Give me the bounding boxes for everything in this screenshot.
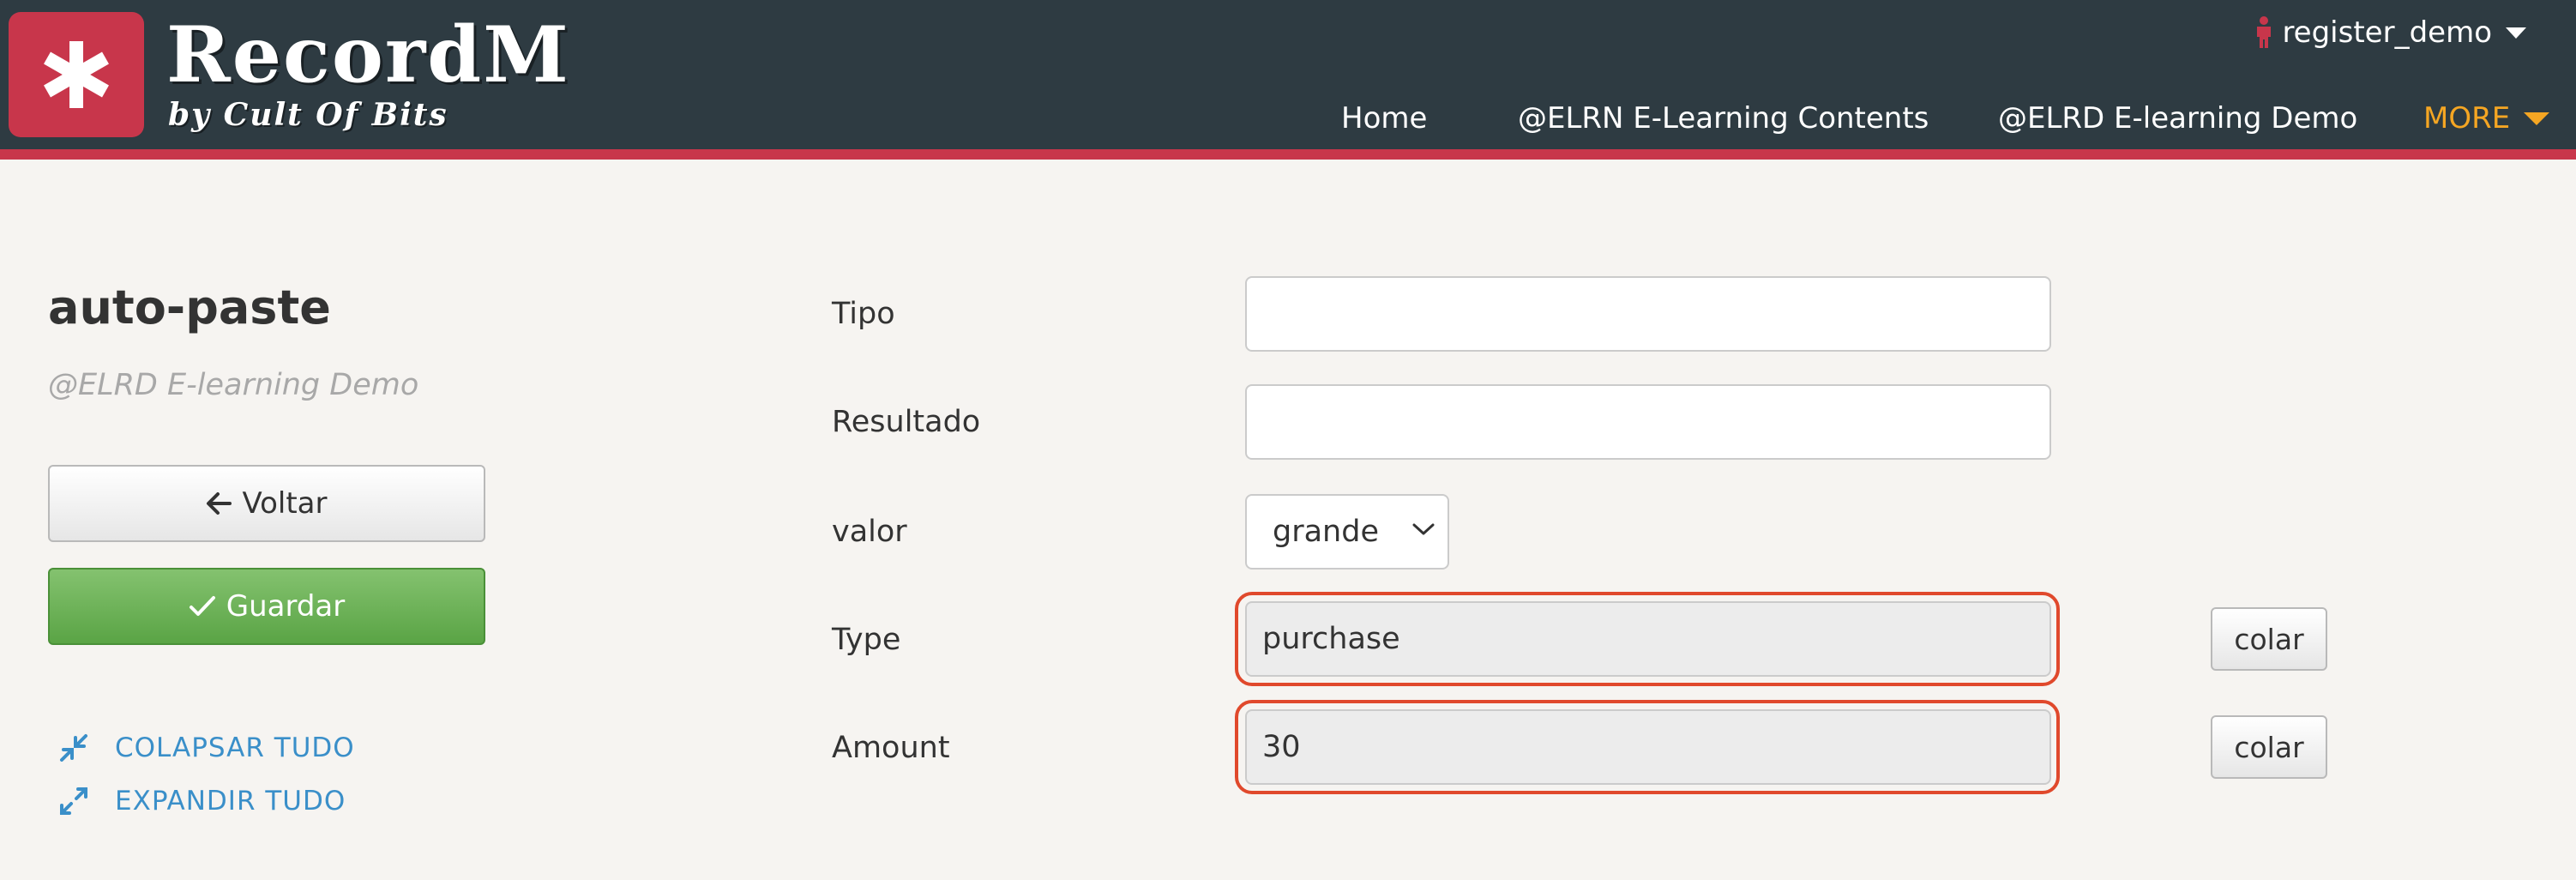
chevron-down-icon bbox=[2506, 27, 2526, 39]
field-label-valor: valor bbox=[832, 515, 907, 549]
definition-subtitle[interactable]: @ELRD E-learning Demo bbox=[48, 365, 418, 405]
amount-input[interactable] bbox=[1245, 709, 2051, 785]
collapse-all-label: COLAPSAR TUDO bbox=[115, 732, 355, 763]
field-label-amount: Amount bbox=[832, 731, 950, 765]
type-input[interactable] bbox=[1245, 601, 2051, 677]
app-logo[interactable] bbox=[9, 12, 144, 137]
collapse-all-link[interactable]: COLAPSAR TUDO bbox=[57, 727, 355, 768]
valor-select[interactable]: grande bbox=[1245, 494, 1449, 570]
asterisk-logo-icon bbox=[44, 41, 109, 108]
nav-more-menu[interactable]: MORE bbox=[2423, 98, 2550, 139]
navbar-accent-line bbox=[0, 149, 2576, 160]
expand-all-link[interactable]: EXPANDIR TUDO bbox=[57, 781, 346, 822]
field-label-tipo: Tipo bbox=[832, 297, 895, 331]
chevron-down-icon bbox=[1412, 523, 1435, 535]
nav-item-home[interactable]: Home bbox=[1341, 98, 1427, 139]
back-button-label: Voltar bbox=[242, 486, 328, 521]
expand-all-label: EXPANDIR TUDO bbox=[115, 786, 346, 817]
compress-icon bbox=[60, 734, 87, 762]
tipo-input[interactable] bbox=[1245, 276, 2051, 352]
valor-select-value: grande bbox=[1273, 515, 1379, 549]
chevron-down-icon bbox=[2524, 112, 2550, 125]
username-label: register_demo bbox=[2282, 15, 2492, 50]
expand-icon bbox=[60, 787, 87, 815]
amount-paste-button[interactable]: colar bbox=[2211, 715, 2327, 779]
type-paste-button[interactable]: colar bbox=[2211, 607, 2327, 671]
back-button[interactable]: Voltar bbox=[48, 465, 485, 542]
field-label-type: Type bbox=[832, 623, 901, 657]
nav-more-label: MORE bbox=[2423, 101, 2511, 136]
nav-item-elrn[interactable]: @ELRN E-Learning Contents bbox=[1518, 98, 1929, 139]
page-title: auto-paste bbox=[48, 280, 331, 335]
save-button-label: Guardar bbox=[226, 589, 346, 624]
check-icon bbox=[189, 596, 215, 616]
user-menu[interactable]: register_demo bbox=[2254, 14, 2526, 51]
field-label-resultado: Resultado bbox=[832, 405, 981, 439]
brand-name[interactable]: RecordM bbox=[166, 7, 570, 103]
person-icon bbox=[2257, 16, 2272, 48]
resultado-input[interactable] bbox=[1245, 384, 2051, 460]
save-button[interactable]: Guardar bbox=[48, 568, 485, 645]
nav-item-elrd[interactable]: @ELRD E-learning Demo bbox=[1998, 98, 2357, 139]
brand-subtitle: by Cult Of Bits bbox=[168, 97, 448, 133]
arrow-left-icon bbox=[207, 492, 232, 515]
